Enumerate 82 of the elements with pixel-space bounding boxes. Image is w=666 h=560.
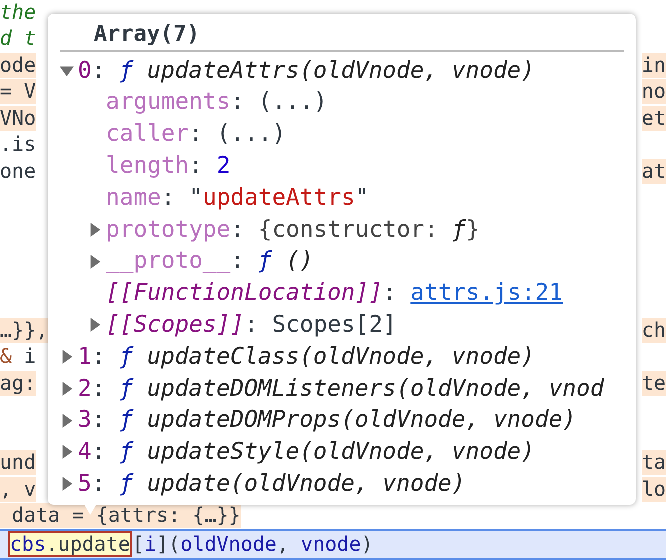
code-token: ode: [0, 52, 36, 78]
code-token: d t: [0, 26, 36, 52]
code-fragment: te: [642, 370, 666, 396]
code-token: {attrs: {…}}: [96, 503, 241, 528]
code-token: = V: [0, 79, 36, 104]
code-token: oldVnode: [180, 531, 277, 558]
collapsed-triangle-icon[interactable]: [60, 382, 74, 396]
array-entry[interactable]: 4: ƒ updateStyle(oldVnode, vnode): [60, 436, 634, 468]
code-token: :: [382, 279, 397, 308]
property-row[interactable]: prototype: {constructor: ƒ}: [60, 214, 634, 246]
code-token: :: [230, 88, 244, 118]
code-fragment: et: [642, 106, 666, 131]
array-entry[interactable]: 1: ƒ updateClass(oldVnode, vnode): [60, 341, 634, 373]
code-token: .: [46, 534, 58, 554]
property-row[interactable]: arguments: (...): [60, 86, 634, 119]
code-token: …}},: [0, 318, 48, 343]
property-row[interactable]: caller: (...): [60, 118, 634, 150]
collapsed-triangle-icon[interactable]: [60, 350, 74, 364]
code-token: :: [189, 152, 203, 182]
code-token: {constructor:: [258, 216, 438, 245]
collapsed-triangle-icon[interactable]: [88, 318, 102, 332]
code-token: i: [24, 344, 36, 370]
code-token: ](: [156, 531, 181, 558]
code-fragment: in: [642, 52, 666, 78]
array-entry[interactable]: 5: ƒ update(oldVnode, vnode): [60, 468, 634, 500]
code-token: [: [132, 531, 144, 558]
code-token: &: [0, 344, 12, 370]
popover-title: Array(7): [93, 21, 200, 49]
code-token: ag:: [0, 370, 36, 396]
property-key: [[FunctionLocation]]: [106, 276, 383, 311]
property-row[interactable]: __proto__: ƒ (): [60, 246, 634, 278]
code-token: ƒ: [452, 216, 466, 245]
code-token: }: [466, 216, 480, 245]
code-token: ,: [276, 531, 289, 558]
array-entry[interactable]: 0: ƒ updateAttrs(oldVnode, vnode): [60, 55, 634, 87]
property-row[interactable]: name: "updateAttrs": [60, 182, 634, 214]
property-row[interactable]: [[Scopes]]: Scopes[2]: [60, 309, 634, 342]
array-entry[interactable]: 2: ƒ updateDOMListeners(oldVnode, vnod: [60, 372, 634, 405]
code-token: cbs: [10, 534, 46, 554]
code-fragment: ta: [642, 450, 666, 476]
code-token: ): [361, 531, 374, 558]
code-token: 2: [216, 152, 231, 182]
property-key: [[Scopes]]: [106, 308, 244, 343]
code-token: :: [244, 311, 258, 340]
property-row[interactable]: length: 2: [60, 150, 634, 182]
array-entry[interactable]: 3: ƒ updateDOMProps(oldVnode, vnode): [60, 404, 634, 437]
code-token: (): [286, 247, 314, 276]
code-token: :: [189, 120, 203, 150]
code-fragment: lo: [642, 476, 666, 502]
code-fragment: ch: [642, 318, 666, 343]
code-token: i: [144, 531, 157, 558]
code-token: (...): [258, 88, 328, 118]
property-row[interactable]: [[FunctionLocation]]: attrs.js:21: [60, 278, 634, 310]
collapsed-triangle-icon[interactable]: [60, 445, 74, 460]
code-token: updateAttrs: [202, 184, 356, 213]
code-token: :: [230, 247, 244, 276]
source-link[interactable]: attrs.js:21: [410, 276, 563, 311]
code-token: ƒ: [258, 247, 272, 276]
code-token: Scopes[2]: [272, 311, 397, 340]
collapsed-triangle-icon[interactable]: [88, 254, 102, 269]
code-token: .is: [0, 132, 36, 158]
code-token: :: [161, 184, 176, 213]
collapsed-triangle-icon[interactable]: [60, 414, 74, 428]
code-token: (...): [216, 120, 286, 150]
code-token: ": [189, 184, 203, 213]
code-fragment: no: [642, 79, 666, 104]
collapsed-triangle-icon[interactable]: [60, 477, 74, 492]
collapsed-triangle-icon[interactable]: [88, 222, 102, 237]
property-key: caller: [106, 117, 190, 152]
code-token: update: [58, 534, 130, 554]
code-token: , v: [0, 476, 36, 502]
code-token: one: [0, 158, 36, 184]
code-token: VNo: [0, 106, 36, 131]
code-fragment: at: [642, 158, 666, 184]
property-key: arguments: [106, 85, 231, 120]
code-token: und: [0, 450, 36, 476]
code-token: the: [0, 0, 36, 25]
code-token: ": [355, 184, 370, 213]
code-token: :: [230, 216, 244, 245]
hovered-expression[interactable]: cbs.update: [8, 531, 132, 558]
code-token: data =: [12, 503, 84, 528]
code-token: vnode: [301, 531, 362, 558]
